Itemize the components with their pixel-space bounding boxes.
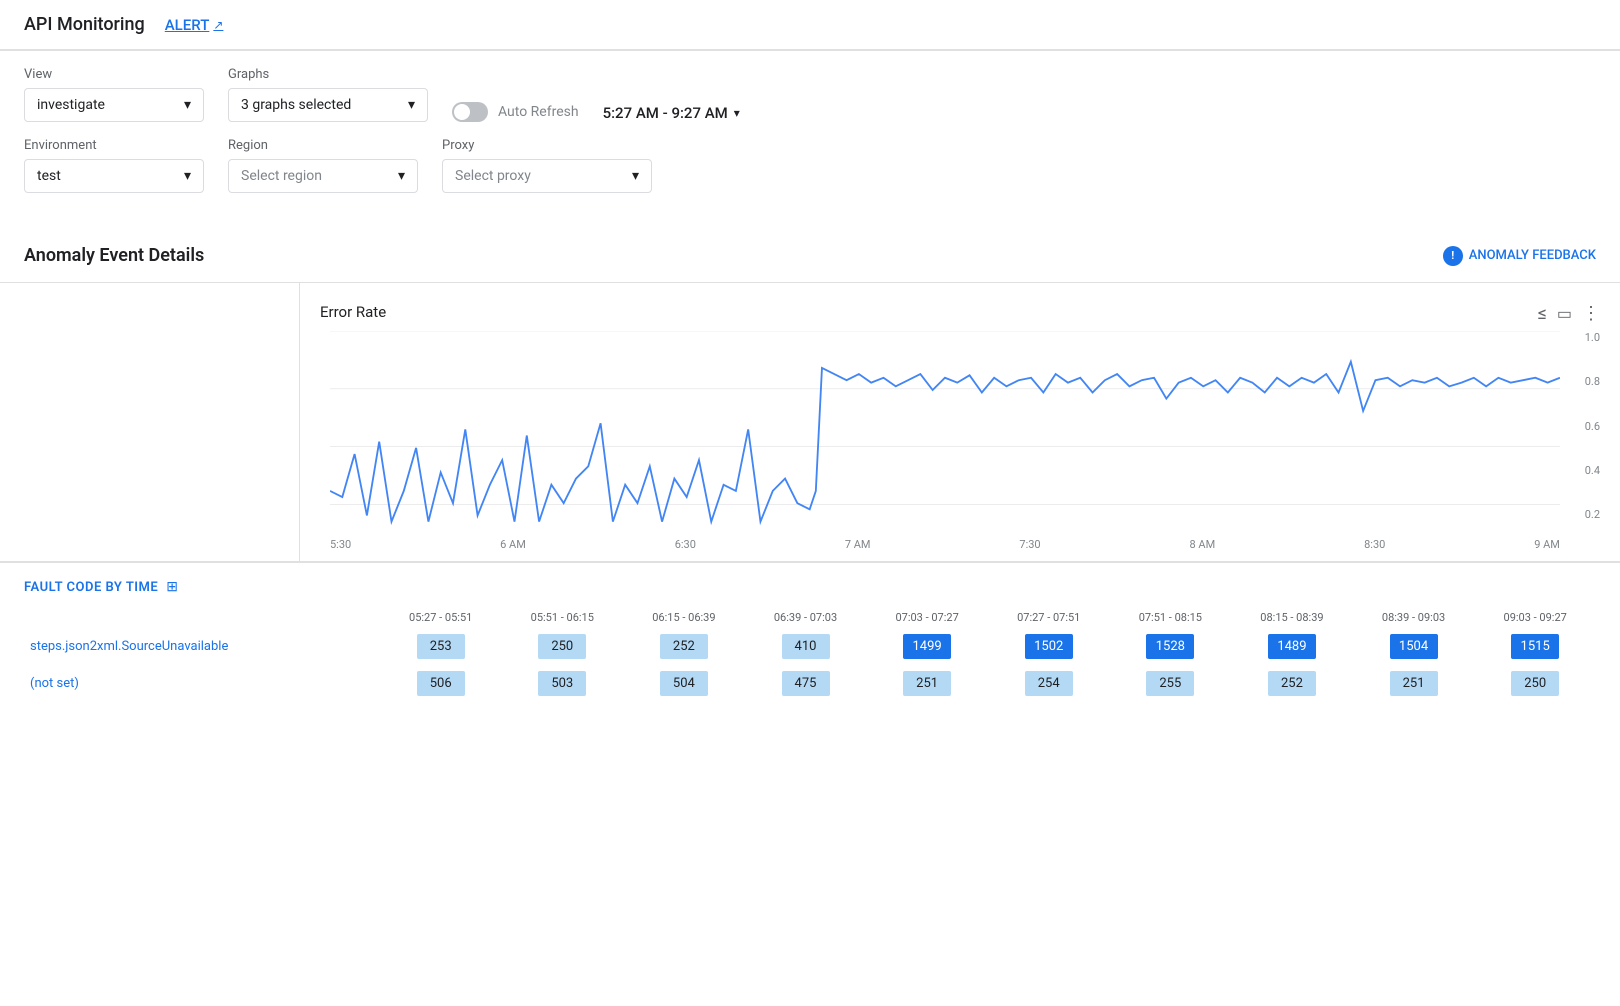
cell-1-3: 475 — [745, 665, 867, 702]
legend-icon[interactable]: ≤ — [1538, 303, 1547, 324]
col-header-2: 06:15 - 06:39 — [623, 607, 745, 628]
cell-0-4: 1499 — [866, 628, 988, 665]
cell-0-0: 253 — [380, 628, 502, 665]
anomaly-icon: ! — [1443, 246, 1463, 266]
alert-link[interactable]: ALERT ↗ — [165, 16, 224, 34]
page-title: API Monitoring — [24, 14, 145, 35]
anomaly-section-title: Anomaly Event Details — [24, 245, 204, 266]
graphs-label: Graphs — [228, 67, 428, 82]
fault-table-header: FAULT CODE BY TIME ⊞ — [0, 562, 1620, 607]
cell-1-5: 254 — [988, 665, 1110, 702]
row-label-0: steps.json2xml.SourceUnavailable — [24, 628, 380, 665]
cell-1-8: 251 — [1353, 665, 1475, 702]
auto-refresh-group: Auto Refresh — [452, 102, 579, 122]
page-header: API Monitoring ALERT ↗ — [0, 0, 1620, 50]
anomaly-section-header: Anomaly Event Details ! ANOMALY FEEDBACK — [0, 229, 1620, 283]
controls-row-2: Environment test ▾ Region Select region … — [24, 138, 1596, 193]
more-options-icon[interactable]: ⋮ — [1582, 303, 1600, 324]
chart-right-panel: Error Rate ≤ ▭ ⋮ 1.0 0.8 — [300, 283, 1620, 561]
region-control: Region Select region ▾ — [228, 138, 418, 193]
fault-table-section: FAULT CODE BY TIME ⊞ 05:27 - 05:51 05:51… — [0, 562, 1620, 702]
proxy-control: Proxy Select proxy ▾ — [442, 138, 652, 193]
chart-area: 1.0 0.8 0.6 0.4 0.2 5:30 6 AM 6:30 7 AM … — [320, 331, 1600, 551]
fault-table-wrapper: 05:27 - 05:51 05:51 - 06:15 06:15 - 06:3… — [0, 607, 1620, 702]
table-header-row: 05:27 - 05:51 05:51 - 06:15 06:15 - 06:3… — [24, 607, 1596, 628]
cell-0-7: 1489 — [1231, 628, 1353, 665]
fault-data-table: 05:27 - 05:51 05:51 - 06:15 06:15 - 06:3… — [24, 607, 1596, 702]
chart-title: Error Rate — [320, 303, 1600, 321]
environment-control: Environment test ▾ — [24, 138, 204, 193]
row-label-1: (not set) — [24, 665, 380, 702]
cell-1-9: 250 — [1474, 665, 1596, 702]
controls-row-1: View investigate ▾ Graphs 3 graphs selec… — [24, 67, 1596, 122]
chevron-down-icon: ▾ — [184, 97, 191, 113]
region-label: Region — [228, 138, 418, 153]
y-axis: 1.0 0.8 0.6 0.4 0.2 — [1570, 331, 1600, 521]
table-row: steps.json2xml.SourceUnavailable 253 250… — [24, 628, 1596, 665]
cell-1-7: 252 — [1231, 665, 1353, 702]
col-header-9: 09:03 - 09:27 — [1474, 607, 1596, 628]
auto-refresh-toggle[interactable] — [452, 102, 488, 122]
chart-left-panel — [0, 283, 300, 561]
external-link-icon: ↗ — [213, 18, 223, 32]
x-axis: 5:30 6 AM 6:30 7 AM 7:30 8 AM 8:30 9 AM — [330, 538, 1560, 551]
anomaly-feedback-button[interactable]: ! ANOMALY FEEDBACK — [1443, 246, 1596, 266]
error-rate-chart — [330, 331, 1560, 565]
time-range-selector[interactable]: 5:27 AM - 9:27 AM ▾ — [603, 104, 740, 122]
cell-0-6: 1528 — [1110, 628, 1232, 665]
table-row: (not set) 506 503 504 475 251 254 255 25… — [24, 665, 1596, 702]
cell-1-1: 503 — [501, 665, 623, 702]
col-header-5: 07:27 - 07:51 — [988, 607, 1110, 628]
cell-0-2: 252 — [623, 628, 745, 665]
fault-table-title: FAULT CODE BY TIME — [24, 580, 158, 595]
col-header-0: 05:27 - 05:51 — [380, 607, 502, 628]
graphs-control: Graphs 3 graphs selected ▾ — [228, 67, 428, 122]
proxy-label: Proxy — [442, 138, 652, 153]
auto-refresh-label: Auto Refresh — [498, 104, 579, 120]
chevron-down-icon: ▾ — [734, 106, 740, 120]
cell-1-0: 506 — [380, 665, 502, 702]
col-header-8: 08:39 - 09:03 — [1353, 607, 1475, 628]
cell-0-3: 410 — [745, 628, 867, 665]
col-header-7: 08:15 - 08:39 — [1231, 607, 1353, 628]
graphs-select[interactable]: 3 graphs selected ▾ — [228, 88, 428, 122]
cell-0-5: 1502 — [988, 628, 1110, 665]
cell-1-2: 504 — [623, 665, 745, 702]
controls-section: View investigate ▾ Graphs 3 graphs selec… — [0, 51, 1620, 229]
col-header-3: 06:39 - 07:03 — [745, 607, 867, 628]
cell-1-6: 255 — [1110, 665, 1232, 702]
chart-container: Error Rate ≤ ▭ ⋮ 1.0 0.8 — [0, 283, 1620, 562]
toggle-slider — [452, 102, 488, 122]
export-icon[interactable]: ⊞ — [166, 579, 178, 595]
environment-select[interactable]: test ▾ — [24, 159, 204, 193]
view-label: View — [24, 67, 204, 82]
cell-1-4: 251 — [866, 665, 988, 702]
chevron-down-icon: ▾ — [184, 168, 191, 184]
cell-0-1: 250 — [501, 628, 623, 665]
chevron-down-icon: ▾ — [408, 97, 415, 113]
view-control: View investigate ▾ — [24, 67, 204, 122]
proxy-select[interactable]: Select proxy ▾ — [442, 159, 652, 193]
col-header-4: 07:03 - 07:27 — [866, 607, 988, 628]
environment-label: Environment — [24, 138, 204, 153]
chevron-down-icon: ▾ — [398, 168, 405, 184]
view-select[interactable]: investigate ▾ — [24, 88, 204, 122]
col-header-6: 07:51 - 08:15 — [1110, 607, 1232, 628]
col-header-label — [24, 607, 380, 628]
expand-icon[interactable]: ▭ — [1557, 304, 1572, 323]
chevron-down-icon: ▾ — [632, 168, 639, 184]
cell-0-8: 1504 — [1353, 628, 1475, 665]
cell-0-9: 1515 — [1474, 628, 1596, 665]
chart-toolbar: ≤ ▭ ⋮ — [1538, 303, 1600, 324]
col-header-1: 05:51 - 06:15 — [501, 607, 623, 628]
region-select[interactable]: Select region ▾ — [228, 159, 418, 193]
